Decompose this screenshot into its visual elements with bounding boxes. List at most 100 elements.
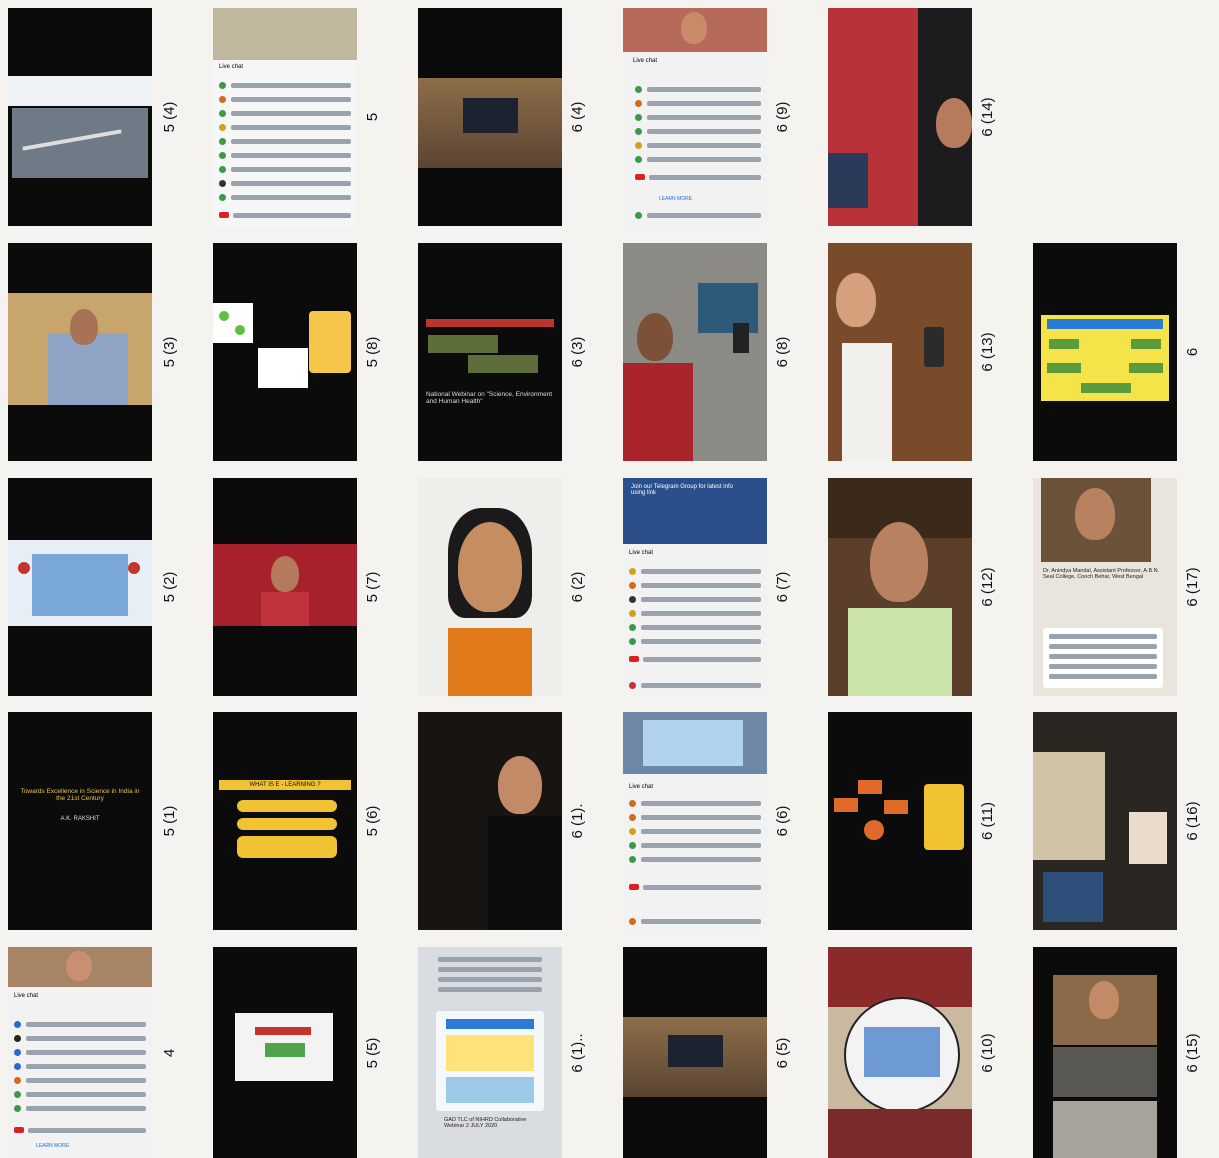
learn-more-link[interactable]: LEARN MORE [659,196,692,202]
label-6-2: 6 (2) [569,571,586,603]
screenshot-6-10 [828,947,972,1158]
screenshot-5: Live chat [213,8,357,226]
label-6-17: 6 (17) [1184,567,1201,607]
speaker-image [8,293,152,405]
screenshot-6-14 [828,8,972,226]
label-6-15: 6 (15) [1184,1033,1201,1073]
speaker-image [213,544,357,626]
label-6-3: 6 (3) [569,336,586,368]
profile-photo [1041,478,1151,562]
text-strip [8,76,152,106]
video-image [623,8,767,52]
live-chat-title: Live chat [219,64,244,70]
label-6-13: 6 (13) [979,332,996,372]
label-6-12: 6 (12) [979,567,996,607]
telegram-banner-text: Join our Telegram Group for latest info … [631,484,733,496]
screenshot-6-7: Join our Telegram Group for latest info … [623,478,767,696]
telegram-banner: Join our Telegram Group for latest info … [623,478,767,544]
screenshot-6-2 [418,478,562,696]
label-6-1-dots: 6 (1).. [569,1033,586,1073]
screenshot-5-2 [8,478,152,696]
label-6-16: 6 (16) [1184,801,1201,841]
person-shirt [623,363,693,461]
screenshot-6-3: National Webinar on "Science, Environmen… [418,243,562,461]
newspaper-image [213,8,357,60]
screenshot-6-4 [418,8,562,226]
slide-image [12,108,148,178]
live-chat-title: Live chat [14,993,39,999]
person-saree [448,628,532,696]
screenshot-5-6: WHAT IS E - LEARNING ? [213,712,357,930]
learn-more-link[interactable]: LEARN MORE [36,1143,69,1149]
screenshot-5-8 [213,243,357,461]
slide-heading: WHAT IS E - LEARNING ? [219,780,351,790]
screenshot-6-15 [1033,947,1177,1158]
label-6-1-dot: 6 (1). [569,803,586,839]
screenshot-6 [1033,243,1177,461]
slide-title: Towards Excellence in Science in India i… [20,788,140,802]
screenshot-6-13 [828,243,972,461]
person-shirt [848,608,952,696]
poster-image [436,1011,544,1111]
slide-banner [623,712,767,774]
screenshot-6-8 [623,243,767,461]
screenshot-5-3 [8,243,152,461]
screenshot-6-1-dot [418,712,562,930]
label-6-4: 6 (4) [569,101,586,133]
label-5-5: 5 (5) [364,1037,381,1069]
wave-image [258,348,308,388]
video-image [8,947,152,987]
label-6-14: 6 (14) [979,97,996,137]
label-5-4: 5 (4) [161,101,178,133]
screenshot-5-7 [213,478,357,696]
note-box [309,311,351,373]
label-5-3: 5 (3) [161,336,178,368]
screenshot-6-17: Dr. Anindya Mandal, Assistant Professor,… [1033,478,1177,696]
person-dress [842,343,892,461]
screenshot-6-1-dots: GAD TLC of NIHRD Collaborative Webinar 2… [418,947,562,1158]
label-5-6: 5 (6) [364,805,381,837]
screenshot-6-5 [623,947,767,1158]
profile-caption: Dr. Anindya Mandal, Assistant Professor,… [1043,568,1160,580]
screenshot-6-11 [828,712,972,930]
banner-slide [8,540,152,626]
label-6-7: 6 (7) [774,571,791,603]
label-6-11: 6 (11) [979,801,996,841]
label-6-6: 6 (6) [774,805,791,837]
stage-image [623,1017,767,1097]
label-5-1: 5 (1) [161,805,178,837]
screenshot-6-9: Live chat LEARN MORE [623,8,767,226]
label-5-8: 5 (8) [364,336,381,368]
label-6-10: 6 (10) [979,1033,996,1073]
webinar-title: National Webinar on "Science, Environmen… [426,391,553,405]
screenshot-6-6: Live chat [623,712,767,930]
label-6: 6 [1184,347,1201,357]
circular-overlay [844,997,960,1113]
message-bubble [1043,628,1163,688]
stage-image [418,78,562,168]
screenshot-6-16 [1033,712,1177,930]
screenshot-6-12 [828,478,972,696]
speaker-image [1053,975,1157,1045]
label-4: 4 [161,1048,178,1058]
building-image [1053,1101,1157,1158]
label-6-5: 6 (5) [774,1037,791,1069]
label-5-2: 5 (2) [161,571,178,603]
label-6-8: 6 (8) [774,336,791,368]
live-chat-title: Live chat [629,550,654,556]
laptop-image [828,153,868,208]
screenshot-5-1: Towards Excellence in Science in India i… [8,712,152,930]
label-6-9: 6 (9) [774,101,791,133]
poster-caption: GAD TLC of NIHRD Collaborative Webinar 2… [444,1117,527,1129]
screenshot-5-4 [8,8,152,226]
live-chat-title: Live chat [629,784,654,790]
slide-author: A.K. RAKSHIT [60,816,100,822]
molecule-image [213,303,253,343]
screenshot-5-5 [213,947,357,1158]
screenshot-4: Live chat LEARN MORE [8,947,152,1158]
label-5: 5 [364,112,381,122]
live-chat-title: Live chat [633,58,658,64]
cushion-image [698,283,758,333]
flowchart-slide [1041,315,1169,401]
elearning-image [235,1013,333,1081]
